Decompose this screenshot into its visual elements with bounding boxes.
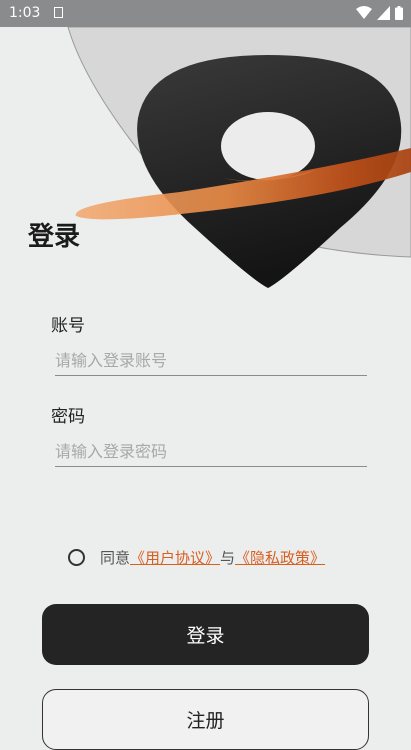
agreement-radio[interactable] bbox=[68, 549, 85, 566]
status-icons bbox=[356, 6, 403, 20]
register-button[interactable]: 注册 bbox=[42, 689, 369, 750]
privacy-policy-link[interactable]: 《隐私政策》 bbox=[235, 547, 325, 568]
status-time: 1:03 bbox=[9, 5, 41, 21]
password-label: 密码 bbox=[51, 407, 85, 427]
agreement-conjunction: 与 bbox=[220, 549, 236, 567]
signal-icon bbox=[377, 6, 390, 20]
notification-icon bbox=[54, 7, 63, 18]
battery-icon bbox=[395, 6, 403, 20]
account-label: 账号 bbox=[51, 316, 85, 336]
password-input[interactable] bbox=[55, 436, 367, 467]
hero-illustration bbox=[67, 27, 411, 288]
page-title: 登录 bbox=[28, 222, 81, 252]
login-button[interactable]: 登录 bbox=[42, 604, 369, 665]
account-input[interactable] bbox=[55, 345, 367, 376]
wifi-icon bbox=[356, 6, 372, 19]
agreement-row: 同意 《用户协议》 与 《隐私政策》 bbox=[68, 547, 325, 568]
status-bar: 1:03 bbox=[0, 0, 411, 27]
agreement-prefix: 同意 bbox=[100, 549, 131, 567]
pin-hole bbox=[221, 112, 315, 180]
user-agreement-link[interactable]: 《用户协议》 bbox=[130, 547, 220, 568]
